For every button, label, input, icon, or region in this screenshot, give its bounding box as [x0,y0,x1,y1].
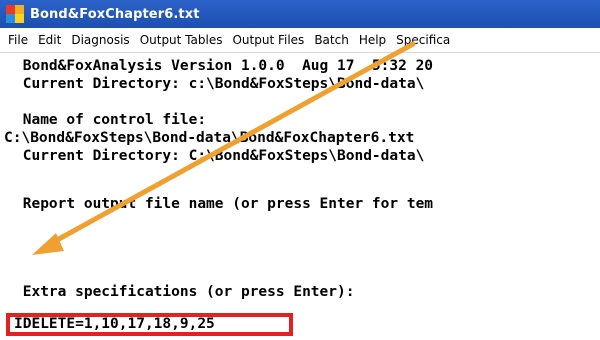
menu-diagnosis[interactable]: Diagnosis [66,33,134,47]
window-title: Bond&FoxChapter6.txt [30,6,200,22]
console-line-extra-specifications: Extra specifications (or press Enter): [14,284,355,300]
console-line-version: Bond&FoxAnalysis Version 1.0.0 Aug 17 5:… [14,58,434,74]
menu-bar: File Edit Diagnosis Output Tables Output… [0,28,600,53]
menu-help[interactable]: Help [354,33,391,47]
app-icon [6,5,24,23]
title-bar[interactable]: Bond&FoxChapter6.txt [0,0,600,28]
console-line-current-directory-2: Current Directory: C:\Bond&FoxSteps\Bond… [14,148,425,164]
menu-edit[interactable]: Edit [33,33,66,47]
menu-file[interactable]: File [0,33,33,47]
console-output[interactable]: Bond&FoxAnalysis Version 1.0.0 Aug 17 5:… [0,53,600,340]
application-window: Bond&FoxChapter6.txt File Edit Diagnosis… [0,0,600,340]
console-line-control-file-path: C:\Bond&FoxSteps\Bond-data\Bond&FoxChapt… [4,130,415,146]
console-input-value[interactable]: IDELETE=1,10,17,18,9,25 [14,315,215,333]
console-line-control-file-prompt: Name of control file: [14,112,207,128]
menu-specification[interactable]: Specifica [391,33,455,47]
menu-output-tables[interactable]: Output Tables [135,33,228,47]
console-line-current-directory: Current Directory: c:\Bond&FoxSteps\Bond… [14,76,425,92]
menu-output-files[interactable]: Output Files [227,33,309,47]
menu-batch[interactable]: Batch [309,33,354,47]
console-line-report-prompt: Report output file name (or press Enter … [14,196,434,212]
